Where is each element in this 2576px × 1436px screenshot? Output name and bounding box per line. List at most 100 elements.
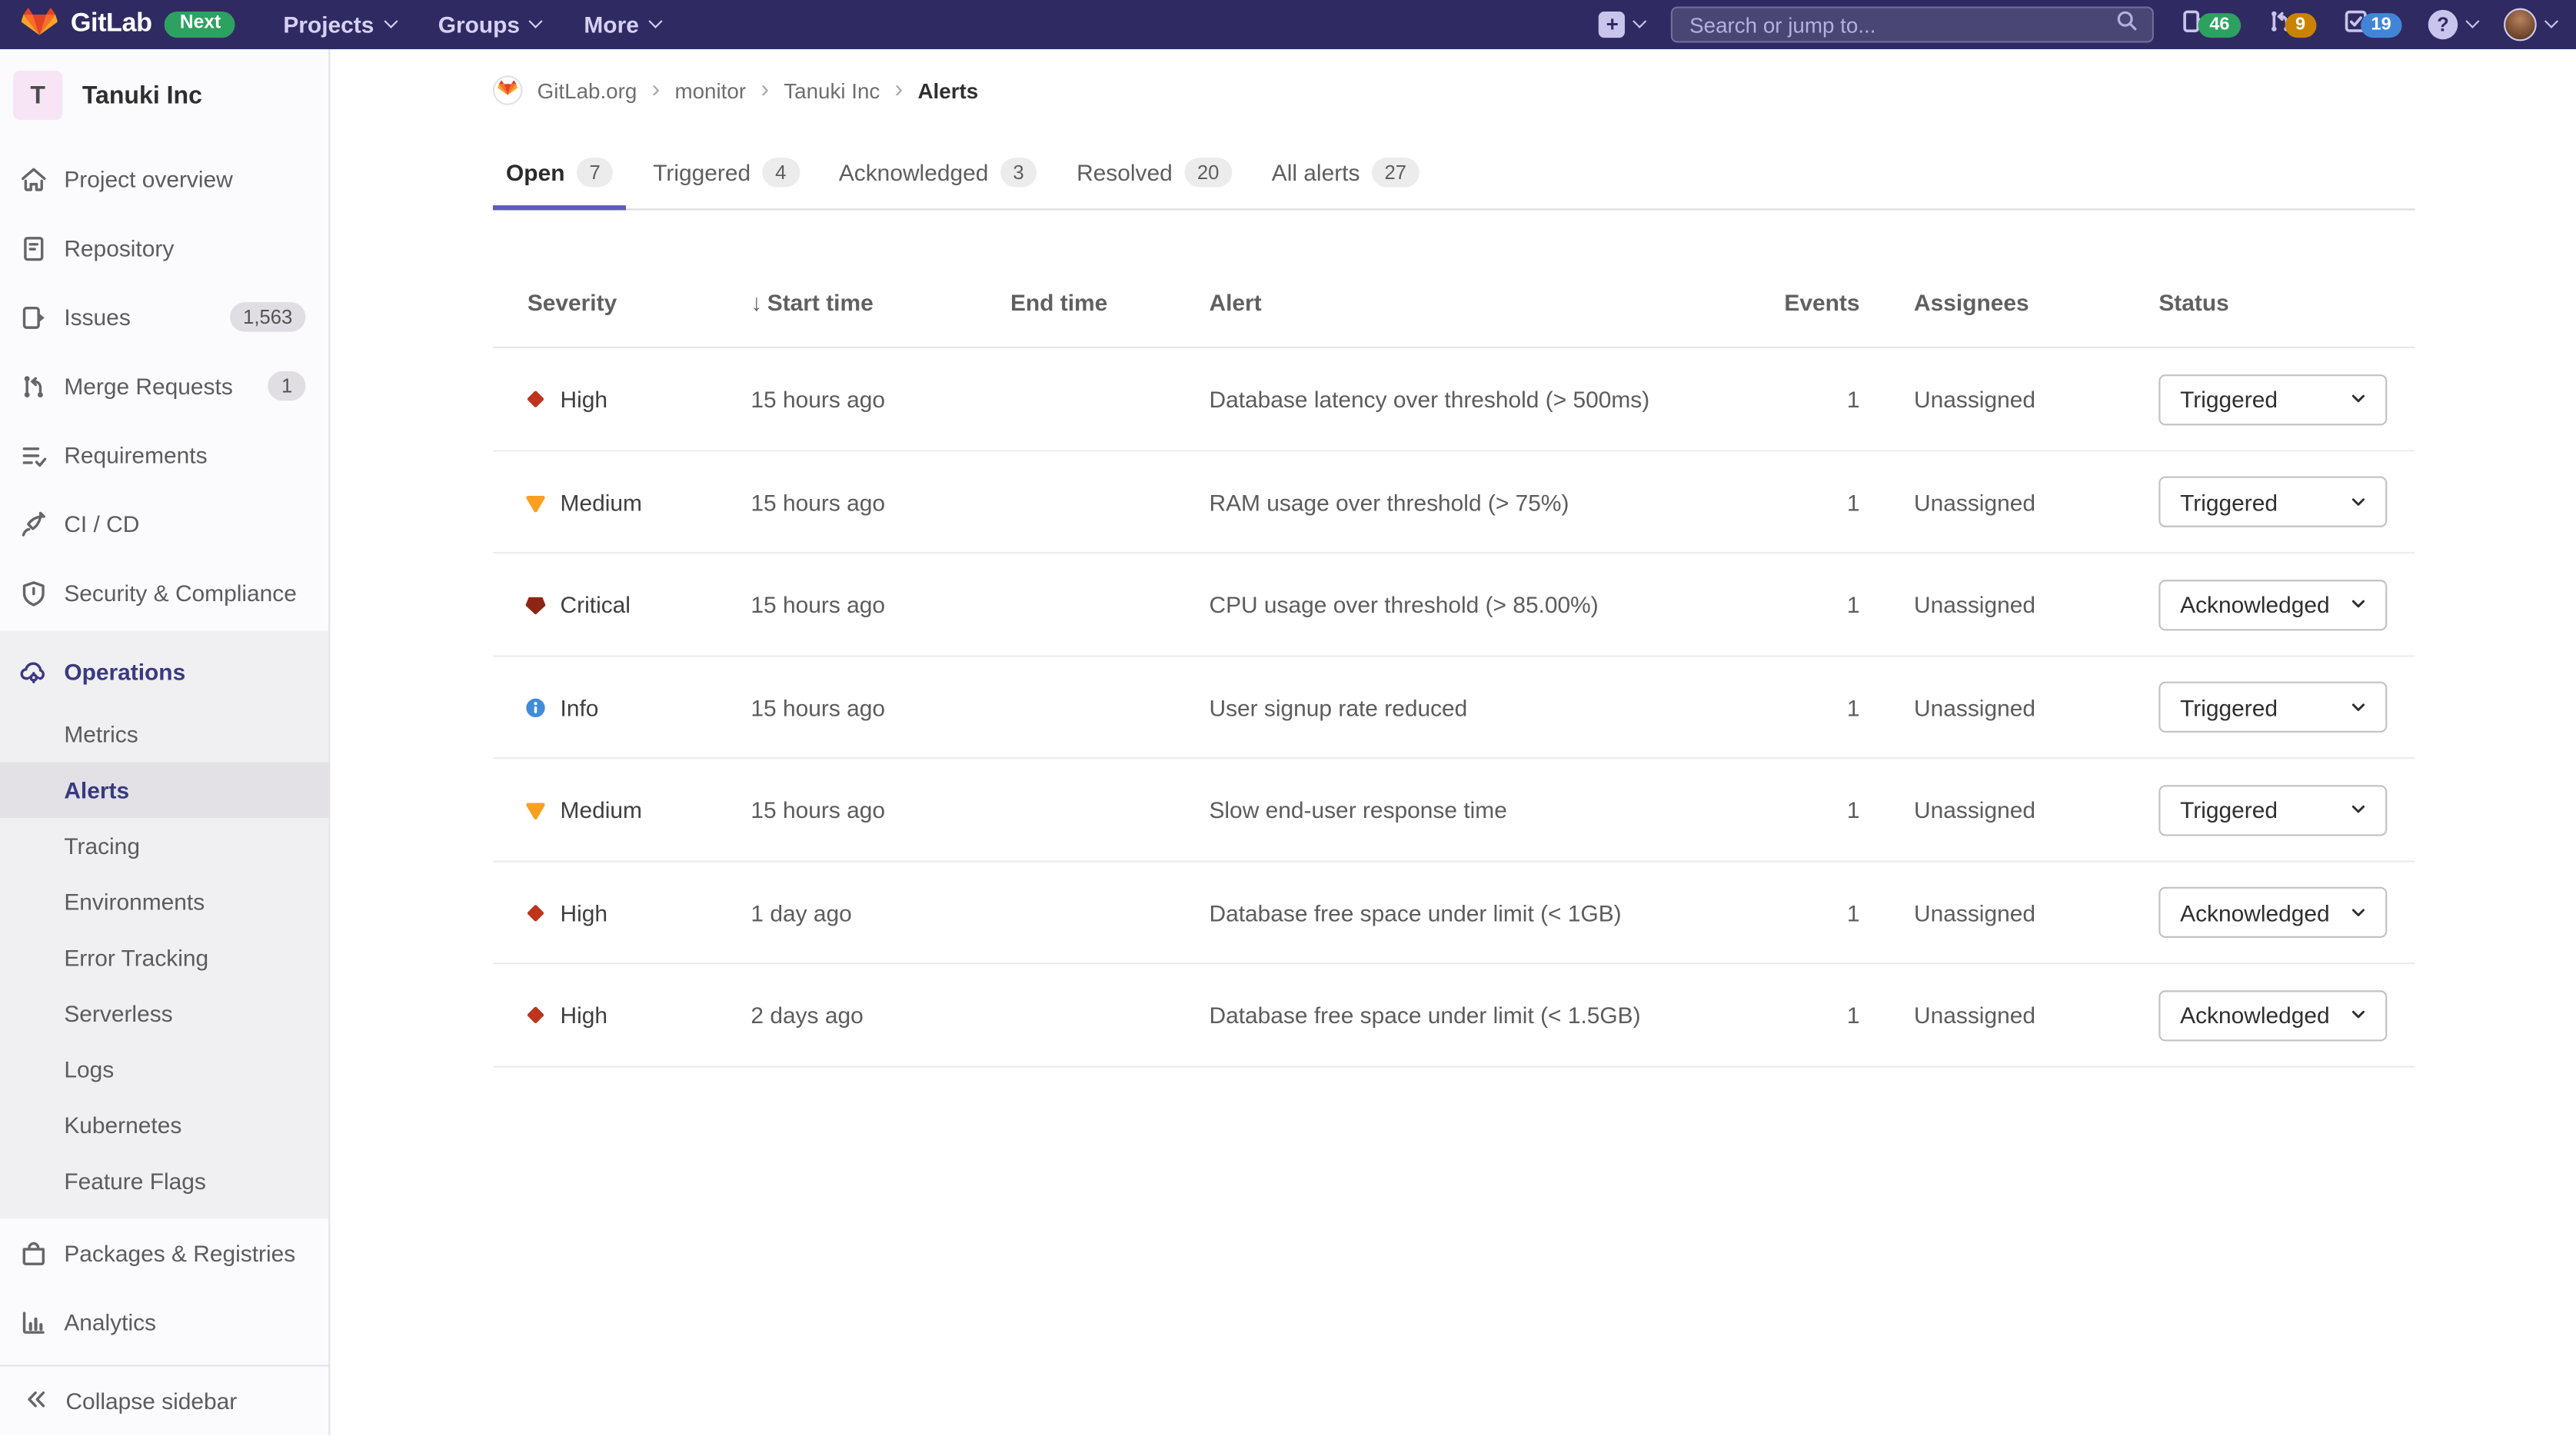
- assignees-cell: Unassigned: [1914, 693, 2035, 721]
- sidebar-item-project-overview[interactable]: Project overview: [0, 145, 328, 214]
- sidebar-item-label: Project overview: [64, 165, 233, 192]
- tab-count-badge: 7: [576, 158, 614, 188]
- status-dropdown[interactable]: Triggered: [2158, 374, 2388, 425]
- project-avatar: T: [13, 70, 63, 120]
- sidebar-item-packages-registries[interactable]: Packages & Registries: [0, 1218, 328, 1288]
- breadcrumb-current: Alerts: [917, 78, 979, 103]
- start-time-cell: 2 days ago: [751, 1002, 864, 1029]
- severity-high-icon: [524, 388, 547, 411]
- sidebar-subitem-environments[interactable]: Environments: [0, 874, 328, 930]
- column-header-events[interactable]: Events: [1772, 289, 1871, 315]
- chevron-down-icon: [383, 14, 398, 28]
- severity-label: High: [560, 899, 608, 926]
- tab-triggered[interactable]: Triggered 4: [640, 138, 813, 211]
- status-dropdown[interactable]: Triggered: [2158, 784, 2388, 836]
- breadcrumb-item-gitlab-org[interactable]: GitLab.org: [537, 78, 637, 102]
- column-header-status[interactable]: Status: [2138, 289, 2414, 315]
- nav-menu-groups[interactable]: Groups: [417, 0, 563, 49]
- sidebar-subitem-metrics[interactable]: Metrics: [0, 706, 328, 763]
- merge-requests-counter-button[interactable]: 9: [2267, 8, 2316, 42]
- todos-count-badge: 19: [2360, 12, 2402, 38]
- alert-row[interactable]: Medium 15 hours ago Slow end-user response…: [492, 760, 2415, 863]
- help-menu-button[interactable]: ?: [2428, 9, 2480, 40]
- todos-counter-button[interactable]: 19: [2342, 8, 2402, 42]
- sidebar-subitem-feature-flags[interactable]: Feature Flags: [0, 1153, 328, 1209]
- severity-cell: Medium: [493, 489, 730, 515]
- tab-resolved[interactable]: Resolved 20: [1063, 138, 1246, 211]
- column-header-end-time[interactable]: End time: [989, 289, 1188, 315]
- column-header-assignees[interactable]: Assignees: [1871, 289, 2137, 315]
- sidebar-subitem-tracing[interactable]: Tracing: [0, 818, 328, 874]
- sidebar-item-repository[interactable]: Repository: [0, 214, 328, 283]
- alert-title-cell: Database free space under limit (< 1.5GB…: [1209, 1002, 1641, 1029]
- gitlab-tanuki-logo-icon: [21, 7, 58, 42]
- sidebar-subitem-alerts[interactable]: Alerts: [0, 762, 329, 818]
- sidebar-subitem-kubernetes[interactable]: Kubernetes: [0, 1097, 328, 1153]
- breadcrumb-item-monitor[interactable]: monitor: [674, 78, 746, 102]
- alert-row[interactable]: High 15 hours ago Database latency over th…: [492, 349, 2415, 452]
- alerts-table: Severity ↓ Start time End time Alert Even…: [492, 257, 2415, 1068]
- status-value: Acknowledged: [2180, 899, 2330, 926]
- status-dropdown[interactable]: Triggered: [2158, 476, 2388, 528]
- alert-title-cell: User signup rate reduced: [1209, 693, 1468, 721]
- sidebar-item-analytics[interactable]: Analytics: [0, 1288, 328, 1357]
- status-value: Acknowledged: [2180, 1002, 2330, 1029]
- sidebar-item-issues[interactable]: Issues 1,563: [0, 282, 328, 351]
- status-dropdown[interactable]: Triggered: [2158, 681, 2388, 733]
- sidebar-subitem-error-tracking[interactable]: Error Tracking: [0, 929, 328, 986]
- alert-row[interactable]: Critical 15 hours ago CPU usage over thres…: [492, 554, 2415, 657]
- status-dropdown[interactable]: Acknowledged: [2158, 989, 2388, 1041]
- gitlab-wordmark: GitLab: [70, 9, 152, 38]
- chevron-down-icon: [2349, 1002, 2368, 1029]
- collapse-sidebar-button[interactable]: Collapse sidebar: [0, 1365, 329, 1436]
- sidebar-item-label: Analytics: [64, 1308, 157, 1335]
- sidebar-item-security-compliance[interactable]: Security & Compliance: [0, 558, 328, 627]
- nav-menu-more[interactable]: More: [563, 0, 682, 49]
- status-cell: Acknowledged: [2138, 989, 2414, 1041]
- sidebar-subitem-serverless[interactable]: Serverless: [0, 986, 328, 1042]
- severity-info-icon: [524, 696, 547, 719]
- alert-row[interactable]: High 1 day ago Database free space under l…: [492, 862, 2415, 965]
- column-header-severity[interactable]: Severity: [493, 289, 730, 315]
- user-avatar: [2504, 8, 2537, 42]
- search-input[interactable]: Search or jump to...: [1671, 6, 2155, 43]
- search-placeholder: Search or jump to...: [1689, 12, 1876, 38]
- status-dropdown[interactable]: Acknowledged: [2158, 887, 2388, 939]
- issues-counter-button[interactable]: 46: [2181, 8, 2241, 42]
- alert-row[interactable]: Info 15 hours ago User signup rate reduced…: [492, 657, 2415, 760]
- severity-cell: Info: [493, 694, 730, 720]
- severity-label: Medium: [560, 488, 642, 516]
- status-cell: Acknowledged: [2138, 887, 2414, 939]
- sidebar-item-ci-cd[interactable]: CI / CD: [0, 490, 328, 559]
- new-menu-button[interactable]: +: [1599, 11, 1648, 38]
- severity-medium-icon: [524, 799, 547, 822]
- chevron-down-icon: [648, 14, 663, 28]
- nav-menu-label: More: [584, 11, 639, 38]
- tab-acknowledged[interactable]: Acknowledged 3: [826, 138, 1050, 211]
- start-time-cell: 15 hours ago: [751, 386, 886, 413]
- user-menu-button[interactable]: [2504, 8, 2559, 42]
- breadcrumb-item-tanuki-inc[interactable]: Tanuki Inc: [784, 78, 880, 102]
- sidebar-item-operations[interactable]: Operations: [0, 637, 328, 706]
- assignees-cell: Unassigned: [1914, 488, 2035, 516]
- sidebar-project-link[interactable]: T Tanuki Inc: [13, 69, 315, 121]
- start-time-cell: 15 hours ago: [751, 488, 886, 516]
- alert-row[interactable]: Medium 15 hours ago RAM usage over thresho…: [492, 451, 2415, 554]
- alert-row[interactable]: High 2 days ago Database free space under …: [492, 965, 2415, 1068]
- main-content: GitLab.org › monitor › Tanuki Inc › Aler…: [330, 49, 2576, 1436]
- status-dropdown[interactable]: Acknowledged: [2158, 579, 2388, 630]
- sidebar-item-requirements[interactable]: Requirements: [0, 420, 328, 490]
- sidebar-item-merge-requests[interactable]: Merge Requests 1: [0, 351, 328, 420]
- tab-count-badge: 3: [1000, 158, 1037, 188]
- events-cell: 1: [1846, 591, 1860, 618]
- sidebar-subitem-logs[interactable]: Logs: [0, 1042, 328, 1098]
- tab-all-alerts[interactable]: All alerts 27: [1259, 138, 1433, 211]
- gitlab-logo-link[interactable]: GitLab Next: [21, 7, 236, 42]
- nav-menu-projects[interactable]: Projects: [262, 0, 417, 49]
- events-cell: 1: [1846, 899, 1860, 926]
- severity-high-icon: [524, 901, 547, 924]
- start-time-cell: 1 day ago: [751, 899, 852, 926]
- column-header-start-time[interactable]: ↓ Start time: [730, 289, 990, 315]
- column-header-alert[interactable]: Alert: [1188, 289, 1773, 315]
- tab-open[interactable]: Open 7: [492, 138, 627, 211]
